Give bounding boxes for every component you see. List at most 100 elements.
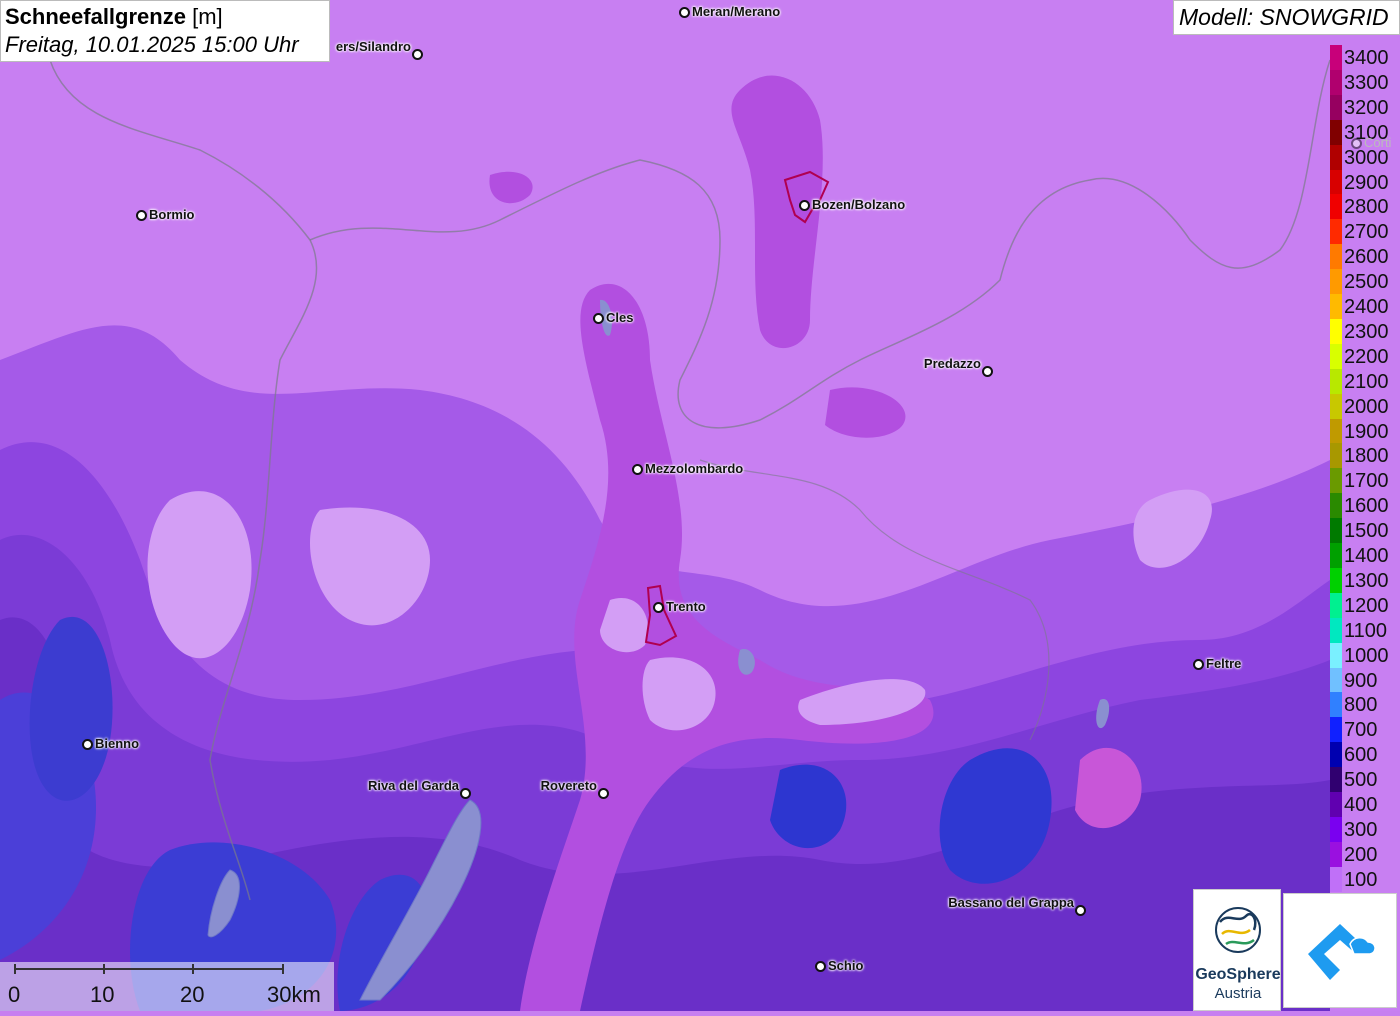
legend-item: 2200 bbox=[1328, 343, 1400, 369]
legend-label: 300 bbox=[1344, 818, 1378, 841]
legend-label: 2700 bbox=[1344, 221, 1389, 244]
city-marker-icon bbox=[1193, 659, 1204, 670]
map-datetime: Freitag, 10.01.2025 15:00 Uhr bbox=[5, 32, 299, 57]
legend-item: 200 bbox=[1328, 841, 1400, 867]
scale-label-20: 20 bbox=[180, 982, 205, 1007]
city-marker-icon bbox=[799, 200, 810, 211]
city-marker-icon bbox=[632, 464, 643, 475]
legend-swatch bbox=[1330, 45, 1342, 70]
legend-swatch bbox=[1330, 792, 1342, 817]
legend-label: 200 bbox=[1344, 843, 1378, 866]
legend-swatch bbox=[1330, 742, 1342, 768]
legend-item: 2300 bbox=[1328, 318, 1400, 344]
legend-swatch bbox=[1330, 642, 1342, 668]
city-marker-icon bbox=[412, 49, 423, 60]
legend-swatch bbox=[1330, 567, 1342, 593]
map-title: Schneefallgrenze [m] bbox=[5, 3, 325, 31]
legend-swatch bbox=[1330, 592, 1342, 618]
legend-swatch bbox=[1330, 468, 1342, 494]
legend-swatch bbox=[1330, 866, 1342, 892]
city-label: Rovereto bbox=[540, 778, 597, 793]
legend-item: 1800 bbox=[1328, 443, 1400, 469]
app-arrow-icon bbox=[1308, 924, 1376, 980]
scale-bar: 0 10 20 30km bbox=[0, 962, 334, 1011]
color-legend: 3400 3300 3200 3100 3000 2900 2800 2700 2600 2500… bbox=[1328, 35, 1400, 892]
legend-swatch bbox=[1330, 816, 1342, 842]
city-label: Meran/Merano bbox=[692, 4, 781, 19]
scale-label-10: 10 bbox=[90, 982, 115, 1007]
legend-item: 2900 bbox=[1328, 169, 1400, 195]
legend-label: 1100 bbox=[1344, 619, 1388, 642]
title-unit: [m] bbox=[192, 4, 223, 29]
legend-swatch bbox=[1330, 343, 1342, 369]
legend-label: 400 bbox=[1344, 794, 1378, 816]
legend-swatch bbox=[1330, 841, 1342, 867]
legend-label: 1600 bbox=[1344, 495, 1389, 518]
legend-swatch bbox=[1330, 418, 1342, 444]
legend-item: 100 bbox=[1328, 866, 1400, 892]
legend-label: 3300 bbox=[1344, 71, 1389, 94]
snowfall-line-map[interactable] bbox=[0, 0, 1400, 1011]
city-label: Bozen/Bolzano bbox=[812, 197, 906, 212]
city-marker-icon bbox=[1075, 905, 1086, 916]
legend-label: 600 bbox=[1344, 744, 1378, 767]
legend-swatch bbox=[1330, 269, 1342, 295]
legend-item: 700 bbox=[1328, 717, 1400, 743]
legend-item: 400 bbox=[1328, 792, 1400, 817]
city-marker-icon bbox=[598, 788, 609, 799]
legend-item: 3400 bbox=[1328, 45, 1400, 70]
legend-item: 1900 bbox=[1328, 418, 1400, 444]
legend-item: 600 bbox=[1328, 742, 1400, 768]
austria-text: Austria bbox=[1214, 985, 1262, 1002]
city-marker-icon bbox=[1351, 138, 1362, 149]
legend-swatch bbox=[1330, 244, 1342, 270]
city-marker-icon bbox=[136, 210, 147, 221]
legend-label: 500 bbox=[1344, 769, 1378, 792]
city-marker-icon bbox=[593, 313, 604, 324]
legend-item: 1600 bbox=[1328, 493, 1400, 519]
legend-swatch bbox=[1330, 617, 1342, 643]
legend-label: 1800 bbox=[1344, 445, 1389, 468]
legend-swatch bbox=[1330, 543, 1342, 568]
legend-label: 2200 bbox=[1344, 345, 1389, 368]
legend-swatch bbox=[1330, 393, 1342, 419]
model-label: Modell: SNOWGRID bbox=[1173, 0, 1400, 35]
city-label: ers/Silandro bbox=[335, 39, 411, 54]
legend-label: 900 bbox=[1344, 669, 1378, 692]
legend-swatch bbox=[1330, 518, 1342, 544]
legend-label: 1900 bbox=[1344, 420, 1389, 443]
legend-swatch bbox=[1330, 443, 1342, 469]
legend-label: 2000 bbox=[1344, 395, 1389, 418]
legend-swatch bbox=[1330, 219, 1342, 245]
legend-swatch bbox=[1330, 294, 1342, 319]
city-label: Bienno bbox=[95, 736, 140, 751]
legend-label: 1000 bbox=[1344, 644, 1389, 667]
legend-item: 2000 bbox=[1328, 393, 1400, 419]
city-marker-icon bbox=[82, 739, 93, 750]
title-bold: Schneefallgrenze bbox=[5, 4, 186, 29]
legend-label: 1300 bbox=[1344, 569, 1389, 592]
city-label: Trento bbox=[666, 599, 706, 614]
geosphere-austria-logo[interactable]: GeoSphere Austria bbox=[1193, 889, 1281, 1011]
city-label: Bassano del Grappa bbox=[948, 895, 1074, 910]
city-marker-icon bbox=[982, 366, 993, 377]
legend-item: 2800 bbox=[1328, 194, 1400, 220]
legend-label: 3200 bbox=[1344, 96, 1389, 119]
legend-item: 2700 bbox=[1328, 219, 1400, 245]
legend-label: 100 bbox=[1344, 868, 1378, 891]
city-marker-icon bbox=[815, 961, 826, 972]
city-label: Schio bbox=[828, 958, 864, 973]
legend-swatch bbox=[1330, 318, 1342, 344]
legend-swatch bbox=[1330, 368, 1342, 394]
legend-item: 1400 bbox=[1328, 543, 1400, 568]
legend-label: 3400 bbox=[1344, 47, 1389, 69]
legend-label: 2100 bbox=[1344, 370, 1389, 393]
weather-app-logo[interactable] bbox=[1283, 893, 1397, 1008]
legend-swatch bbox=[1330, 94, 1342, 120]
legend-item: 1200 bbox=[1328, 592, 1400, 618]
legend-item: 3300 bbox=[1328, 69, 1400, 95]
legend-swatch bbox=[1330, 69, 1342, 95]
legend-item: 2400 bbox=[1328, 294, 1400, 319]
legend-item: 500 bbox=[1328, 767, 1400, 793]
legend-label: 2500 bbox=[1344, 271, 1389, 294]
